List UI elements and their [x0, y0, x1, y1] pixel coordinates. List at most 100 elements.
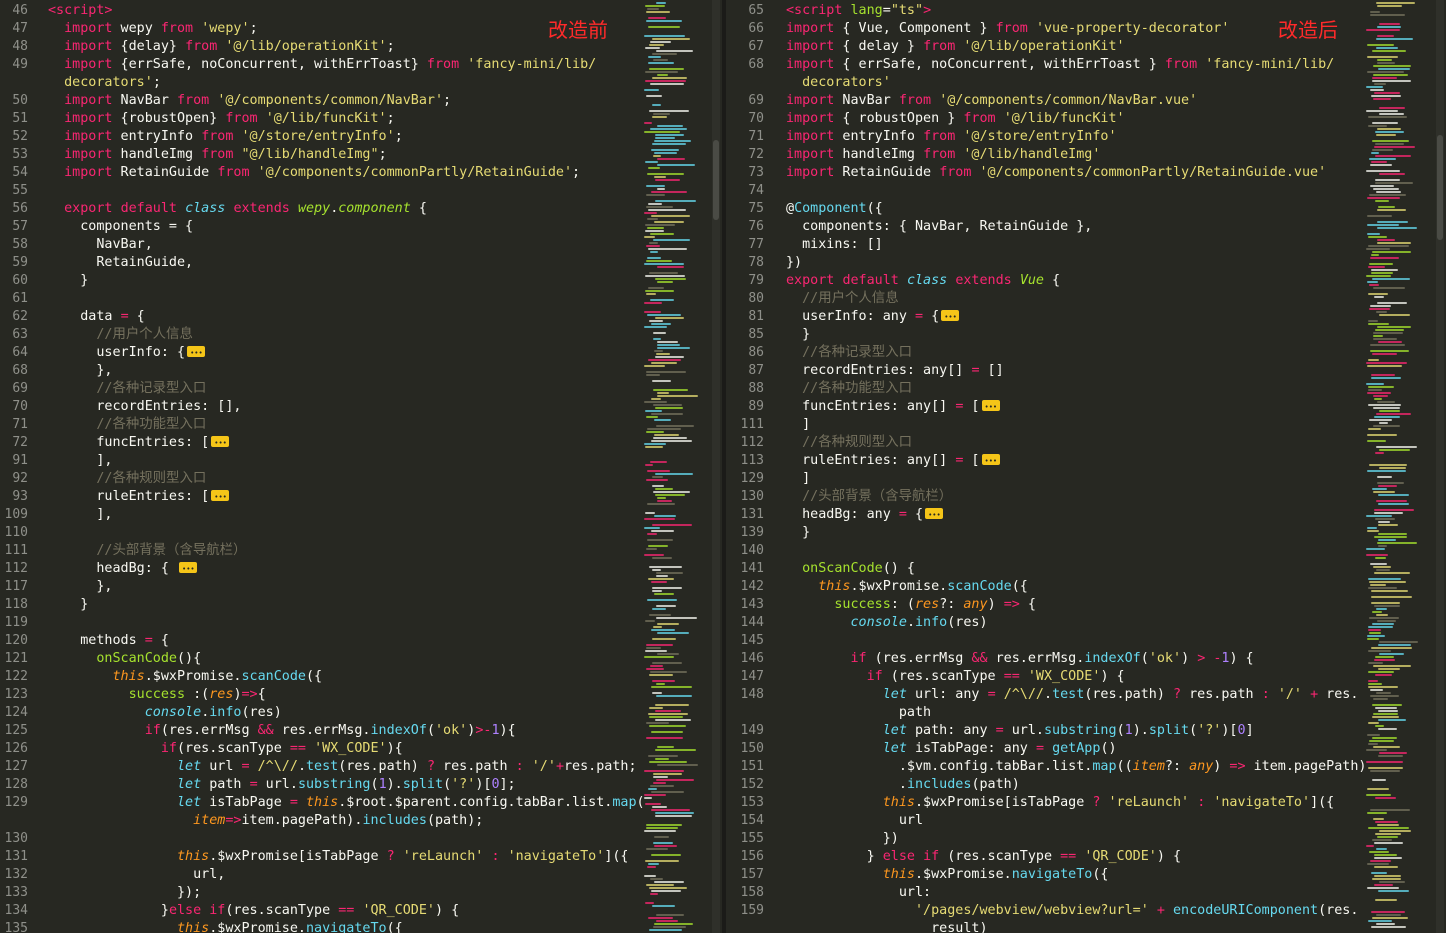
editor-pane-after[interactable]: 65 <script lang="ts"> 66 import { Vue, Comp…	[726, 0, 1446, 933]
ellipsis-fold-icon[interactable]	[981, 452, 1000, 470]
code-text[interactable]: this.$wxPromise.navigateTo({	[48, 920, 403, 933]
ellipsis-fold-icon[interactable]	[925, 506, 944, 524]
code-text[interactable]: }else if(res.scanType == 'QR_CODE') {	[48, 902, 459, 920]
code-text[interactable]: this.$wxPromise.navigateTo({	[786, 866, 1109, 884]
code-text[interactable]: }	[48, 272, 88, 290]
code-text[interactable]: export default class extends Vue {	[786, 272, 1060, 290]
code-text[interactable]: path	[786, 704, 931, 722]
minimap[interactable]	[1366, 0, 1428, 933]
ellipsis-fold-icon[interactable]	[211, 488, 230, 506]
code-text[interactable]: //用户个人信息	[48, 326, 192, 344]
code-text[interactable]: }	[48, 596, 88, 614]
code-text[interactable]: decorators'	[786, 74, 891, 92]
code-text[interactable]: @Component({	[786, 200, 883, 218]
code-text[interactable]: }	[786, 524, 810, 542]
ellipsis-fold-icon[interactable]	[941, 308, 960, 326]
code-text[interactable]: ]	[786, 470, 810, 488]
scrollbar-thumb[interactable]	[1437, 135, 1443, 240]
code-text[interactable]: success :(res)=>{	[48, 686, 266, 704]
code-text[interactable]: let isTabPage: any = getApp()	[786, 740, 1117, 758]
code-text[interactable]: headBg: any = {	[786, 506, 944, 524]
code-text[interactable]: },	[48, 578, 112, 596]
code-text[interactable]: import { errSafe, noConcurrent, withErrT…	[786, 56, 1334, 74]
code-text[interactable]: import handleImg from '@/lib/handleImg'	[786, 146, 1100, 164]
code-text[interactable]: //各种规则型入口	[48, 470, 206, 488]
code-text[interactable]: import entryInfo from '@/store/entryInfo…	[786, 128, 1117, 146]
code-text[interactable]: import {errSafe, noConcurrent, withErrTo…	[48, 56, 596, 74]
code-text[interactable]: success: (res?: any) => {	[786, 596, 1036, 614]
code-text[interactable]: //各种功能型入口	[786, 380, 912, 398]
ellipsis-fold-icon[interactable]	[187, 344, 206, 362]
code-text[interactable]: url:	[786, 884, 931, 902]
code-text[interactable]: NavBar,	[48, 236, 152, 254]
code-text[interactable]: ],	[48, 452, 112, 470]
code-text[interactable]: let isTabPage = this.$root.$parent.confi…	[48, 794, 645, 812]
code-text[interactable]: onScanCode() {	[786, 560, 915, 578]
code-text[interactable]: if (res.scanType == 'WX_CODE') {	[786, 668, 1125, 686]
code-text[interactable]: console.info(res)	[786, 614, 988, 632]
code-text[interactable]: item=>item.pagePath).includes(path);	[48, 812, 483, 830]
code-text[interactable]: import wepy from 'wepy';	[48, 20, 258, 38]
code-text[interactable]: //头部背景（含导航栏）	[786, 488, 952, 506]
code-text[interactable]: console.info(res)	[48, 704, 282, 722]
code-text[interactable]: data = {	[48, 308, 145, 326]
code-text[interactable]: import NavBar from '@/components/common/…	[48, 92, 451, 110]
code-text[interactable]: .$vm.config.tabBar.list.map((item?: any)…	[786, 758, 1367, 776]
ellipsis-fold-icon[interactable]	[179, 560, 197, 578]
code-text[interactable]: import { robustOpen } from '@/lib/funcKi…	[786, 110, 1125, 128]
code-text[interactable]: import {robustOpen} from '@/lib/funcKit'…	[48, 110, 395, 128]
code-text[interactable]: userInfo: any = {	[786, 308, 960, 326]
code-text[interactable]: this.$wxPromise.scanCode({	[48, 668, 323, 686]
code-text[interactable]: <script>	[48, 2, 113, 20]
code-text[interactable]: recordEntries: [],	[48, 398, 241, 416]
code-text[interactable]: })	[786, 830, 899, 848]
code-text[interactable]: import NavBar from '@/components/common/…	[786, 92, 1197, 110]
code-text[interactable]: //各种记录型入口	[786, 344, 912, 362]
code-text[interactable]: let path = url.substring(1).split('?')[0…	[48, 776, 516, 794]
code-text[interactable]: headBg: {	[48, 560, 197, 578]
vertical-scrollbar[interactable]	[1436, 0, 1444, 933]
code-text[interactable]: //用户个人信息	[786, 290, 898, 308]
code-text[interactable]: result)	[786, 920, 987, 933]
ellipsis-fold-icon[interactable]	[981, 398, 1000, 416]
code-text[interactable]: });	[48, 884, 201, 902]
code-text[interactable]: funcEntries: [	[48, 434, 230, 452]
code-text[interactable]: userInfo: {	[48, 344, 206, 362]
code-text[interactable]: if (res.errMsg && res.errMsg.indexOf('ok…	[786, 650, 1254, 668]
code-text[interactable]: decorators';	[48, 74, 161, 92]
code-text[interactable]: //各种规则型入口	[786, 434, 912, 452]
code-text[interactable]: url,	[48, 866, 225, 884]
code-text[interactable]: import entryInfo from '@/store/entryInfo…	[48, 128, 403, 146]
ellipsis-fold-icon[interactable]	[211, 434, 230, 452]
code-text[interactable]: ruleEntries: any[] = [	[786, 452, 1000, 470]
code-text[interactable]: RetainGuide,	[48, 254, 193, 272]
code-text[interactable]: //各种功能型入口	[48, 416, 206, 434]
code-text[interactable]: if(res.errMsg && res.errMsg.indexOf('ok'…	[48, 722, 516, 740]
code-text[interactable]: components = {	[48, 218, 193, 236]
code-text[interactable]: recordEntries: any[] = []	[786, 362, 1004, 380]
code-text[interactable]: ],	[48, 506, 112, 524]
code-text[interactable]: export default class extends wepy.compon…	[48, 200, 427, 218]
code-text[interactable]: } else if (res.scanType == 'QR_CODE') {	[786, 848, 1181, 866]
code-text[interactable]: ]	[786, 416, 810, 434]
editor-pane-before[interactable]: 46 <script> 47 import wepy from 'wepy'; 48 …	[0, 0, 722, 933]
code-text[interactable]: let path: any = url.substring(1).split('…	[786, 722, 1254, 740]
scrollbar-thumb[interactable]	[713, 140, 719, 220]
vertical-scrollbar[interactable]	[712, 0, 720, 933]
code-text[interactable]: mixins: []	[786, 236, 883, 254]
code-text[interactable]: import RetainGuide from '@/components/co…	[48, 164, 580, 182]
code-text[interactable]: },	[48, 362, 112, 380]
code-text[interactable]: ruleEntries: [	[48, 488, 230, 506]
code-text[interactable]: let url: any = /^\//.test(res.path) ? re…	[786, 686, 1359, 704]
code-text[interactable]: })	[786, 254, 802, 272]
code-text[interactable]: this.$wxPromise.scanCode({	[786, 578, 1028, 596]
code-text[interactable]: url	[786, 812, 923, 830]
code-text[interactable]: this.$wxPromise[isTabPage ? 'reLaunch' :…	[786, 794, 1335, 812]
code-text[interactable]: import { Vue, Component } from 'vue-prop…	[786, 20, 1229, 38]
code-text[interactable]: import RetainGuide from '@/components/co…	[786, 164, 1326, 182]
code-text[interactable]: }	[786, 326, 810, 344]
code-text[interactable]: //头部背景（含导航栏）	[48, 542, 246, 560]
code-text[interactable]: import {delay} from '@/lib/operationKit'…	[48, 38, 395, 56]
code-text[interactable]: //各种记录型入口	[48, 380, 206, 398]
code-text[interactable]: if(res.scanType == 'WX_CODE'){	[48, 740, 403, 758]
